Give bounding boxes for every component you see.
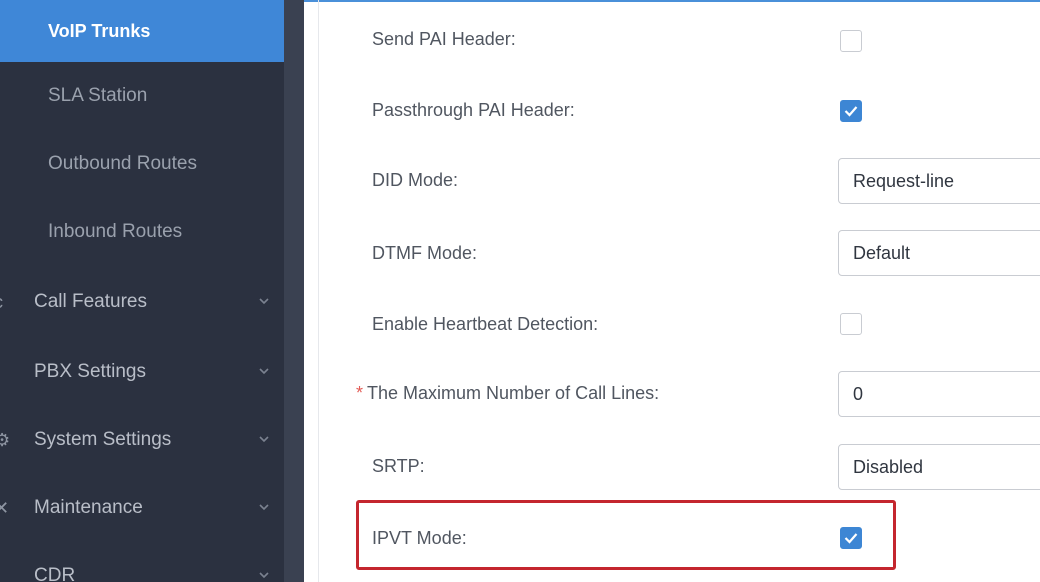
sidebar-scrollbar[interactable] — [284, 0, 300, 582]
sidebar-item-pbx-settings[interactable]: ⁝ PBX Settings — [0, 342, 284, 402]
did-mode-label: DID Mode: — [372, 170, 459, 190]
chevron-down-icon — [259, 504, 269, 511]
enable-heartbeat-detection-label: Enable Heartbeat Detection: — [372, 314, 599, 334]
sidebar-item-label: PBX Settings — [34, 361, 146, 382]
sidebar-item-label: Inbound Routes — [48, 221, 183, 242]
chevron-down-icon — [259, 298, 269, 305]
sidebar-item-label: SLA Station — [48, 85, 148, 106]
sidebar-item-call-features[interactable]: c Call Features — [0, 272, 284, 332]
checkmark-icon — [844, 106, 858, 117]
sidebar-item-label: Outbound Routes — [48, 153, 197, 174]
checkmark-icon — [844, 533, 858, 544]
trunk-settings-panel — [300, 0, 1040, 582]
max-call-lines-label: * The Maximum Number of Call Lines: — [356, 380, 659, 406]
sidebar-item-outbound-routes[interactable]: Outbound Routes — [0, 134, 284, 194]
srtp-label: SRTP: — [372, 456, 425, 476]
sidebar-item-label: Call Features — [34, 291, 147, 312]
dtmf-mode-select[interactable]: Default — [838, 230, 1040, 276]
chevron-down-icon — [259, 436, 269, 443]
call-features-icon: c — [0, 292, 8, 312]
pbx-settings-icon: ⁝ — [0, 362, 8, 382]
ipvt-mode-label: IPVT Mode: — [372, 528, 467, 548]
chevron-down-icon — [259, 572, 269, 579]
send-pai-header-checkbox[interactable] — [840, 30, 862, 52]
sidebar-item-sla-station[interactable]: SLA Station — [0, 66, 284, 126]
sidebar-item-system-settings[interactable]: ⚙ System Settings — [0, 410, 284, 470]
panel-divider — [318, 0, 319, 582]
sidebar-item-label: System Settings — [34, 429, 172, 450]
max-call-lines-label-text: The Maximum Number of Call Lines: — [367, 383, 660, 403]
ipvt-mode-checkbox[interactable] — [840, 527, 862, 549]
sidebar-item-label: CDR — [34, 565, 76, 582]
sidebar-item-cdr[interactable]: CDR — [0, 546, 284, 582]
system-settings-icon: ⚙ — [0, 430, 11, 450]
sidebar-item-label: VoIP Trunks — [48, 20, 151, 41]
enable-heartbeat-detection-checkbox[interactable] — [840, 313, 862, 335]
send-pai-header-label: Send PAI Header: — [372, 29, 516, 49]
sidebar-item-inbound-routes[interactable]: Inbound Routes — [0, 202, 284, 262]
required-mark: * — [356, 383, 364, 403]
srtp-select[interactable]: Disabled — [838, 444, 1040, 490]
sidebar-nav: VoIP Trunks SLA Station Outbound Routes … — [0, 0, 300, 582]
chevron-down-icon — [259, 368, 269, 375]
panel-top-border — [304, 0, 1040, 2]
maintenance-icon: ✕ — [0, 498, 10, 518]
passthrough-pai-header-checkbox[interactable] — [840, 100, 862, 122]
max-call-lines-input[interactable]: 0 — [838, 371, 1040, 417]
sidebar-item-maintenance[interactable]: ✕ Maintenance — [0, 478, 284, 538]
did-mode-select[interactable]: Request-line — [838, 158, 1040, 204]
sidebar-item-voip-trunks[interactable]: VoIP Trunks — [0, 0, 284, 62]
passthrough-pai-header-label: Passthrough PAI Header: — [372, 100, 575, 120]
dtmf-mode-label: DTMF Mode: — [372, 243, 478, 263]
sidebar-item-label: Maintenance — [34, 497, 143, 518]
panel-edge — [300, 0, 304, 582]
